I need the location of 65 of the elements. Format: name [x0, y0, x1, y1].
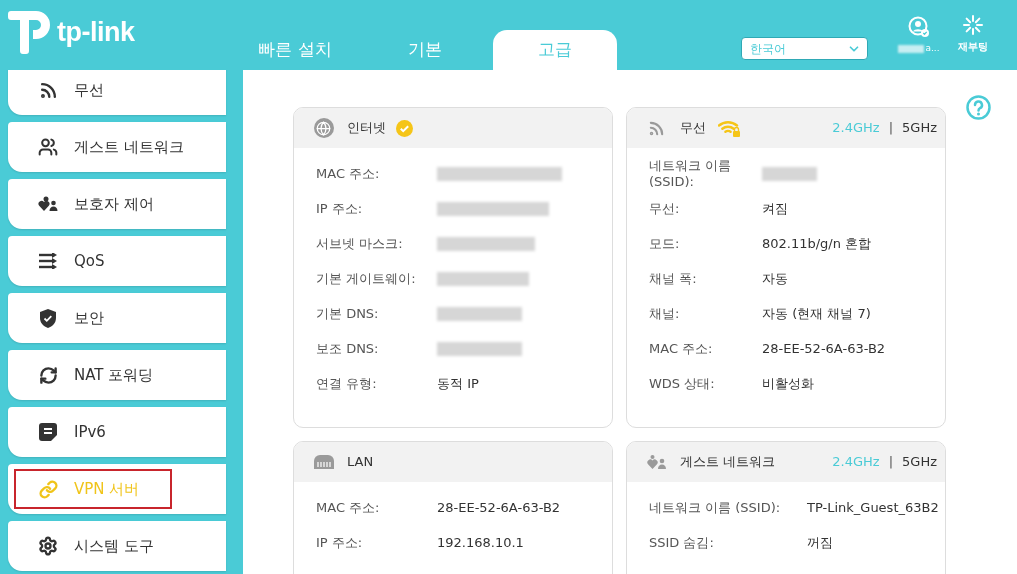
field-value: 꺼짐 [807, 533, 833, 552]
field-label: 무선: [649, 200, 681, 217]
sidebar-item[interactable]: 시스템 도구 [8, 521, 226, 571]
field-value: 28-EE-52-6A-63-B2 [437, 498, 561, 517]
reboot-icon[interactable] [962, 14, 984, 36]
field-label: 네트워크 이름 (SSID): [649, 499, 782, 516]
field-value: 자동 (현재 채널 7) [762, 304, 871, 323]
field-label: 보조 DNS: [316, 340, 380, 357]
field-value: 동적 IP [437, 374, 479, 393]
field-value: TP-Link_Guest_63B2 [807, 498, 939, 517]
heart-person-icon [646, 454, 667, 470]
field-label: 채널: [649, 305, 681, 322]
field-label: MAC 주소: [316, 165, 381, 182]
card-title: 게스트 네트워크 [680, 453, 776, 472]
band-separator: | [888, 453, 894, 472]
band-option[interactable]: 5GHz [902, 452, 937, 472]
field-label: 기본 DNS: [316, 305, 380, 322]
sidebar-item[interactable]: 게스트 네트워크 [8, 122, 226, 172]
field-value: 28-EE-52-6A-63-B2 [762, 339, 886, 358]
card-title: LAN [347, 453, 374, 472]
circular-arrows-icon [38, 365, 58, 385]
document-icon [39, 423, 57, 441]
field-value: 192.168.10.1 [437, 533, 524, 552]
field-label: 채널 폭: [649, 270, 698, 287]
field-value: 켜짐 [762, 199, 788, 218]
field-value: 비활성화 [762, 374, 814, 393]
sidebar-item[interactable]: QoS [8, 236, 226, 286]
sidebar-item[interactable]: NAT 포워딩 [8, 350, 226, 400]
band-separator: | [888, 119, 894, 138]
sidebar-item[interactable]: 보호자 제어 [8, 179, 226, 229]
logo-text: tp-link [57, 18, 135, 46]
family-icon [38, 196, 58, 212]
field-label: 모드: [649, 235, 681, 252]
gear-icon [38, 536, 58, 556]
signal-waves-icon [648, 119, 665, 137]
chain-link-icon [38, 479, 58, 499]
sidebar-item[interactable]: IPv6 [8, 407, 226, 457]
field-label: IP 주소: [316, 534, 364, 551]
redacted-username [898, 44, 925, 53]
band-option[interactable]: 5GHz [902, 118, 937, 138]
field-label: 네트워크 이름 (SSID): [649, 157, 733, 190]
help-icon[interactable] [966, 95, 991, 120]
field-label: 서브넷 마스크: [316, 235, 404, 252]
ethernet-port-icon [313, 455, 334, 469]
field-label: 연결 유형: [316, 375, 378, 392]
user-icon[interactable] [908, 16, 930, 38]
logo-mark-icon [8, 10, 50, 54]
field-label: WDS 상태: [649, 375, 716, 392]
card-title: 인터넷 [347, 119, 386, 138]
field-label: MAC 주소: [649, 340, 714, 357]
shield-check-icon [40, 308, 56, 328]
people-icon [38, 137, 58, 157]
field-value: 802.11b/g/n 혼합 [762, 234, 872, 253]
field-value: 자동 [762, 269, 788, 288]
arrows-icon [39, 253, 57, 269]
field-label: 기본 게이트웨이: [316, 270, 417, 287]
field-label: MAC 주소: [316, 499, 381, 516]
username-text: a... [925, 42, 940, 55]
signal-waves-icon [38, 80, 58, 100]
sidebar-item[interactable]: 보안 [8, 293, 226, 343]
field-label: SSID 숨김: [649, 534, 715, 551]
sidebar-item[interactable]: 무선 [8, 70, 226, 115]
globe-icon [313, 118, 334, 138]
card-title: 무선 [680, 119, 706, 138]
field-label: IP 주소: [316, 200, 364, 217]
